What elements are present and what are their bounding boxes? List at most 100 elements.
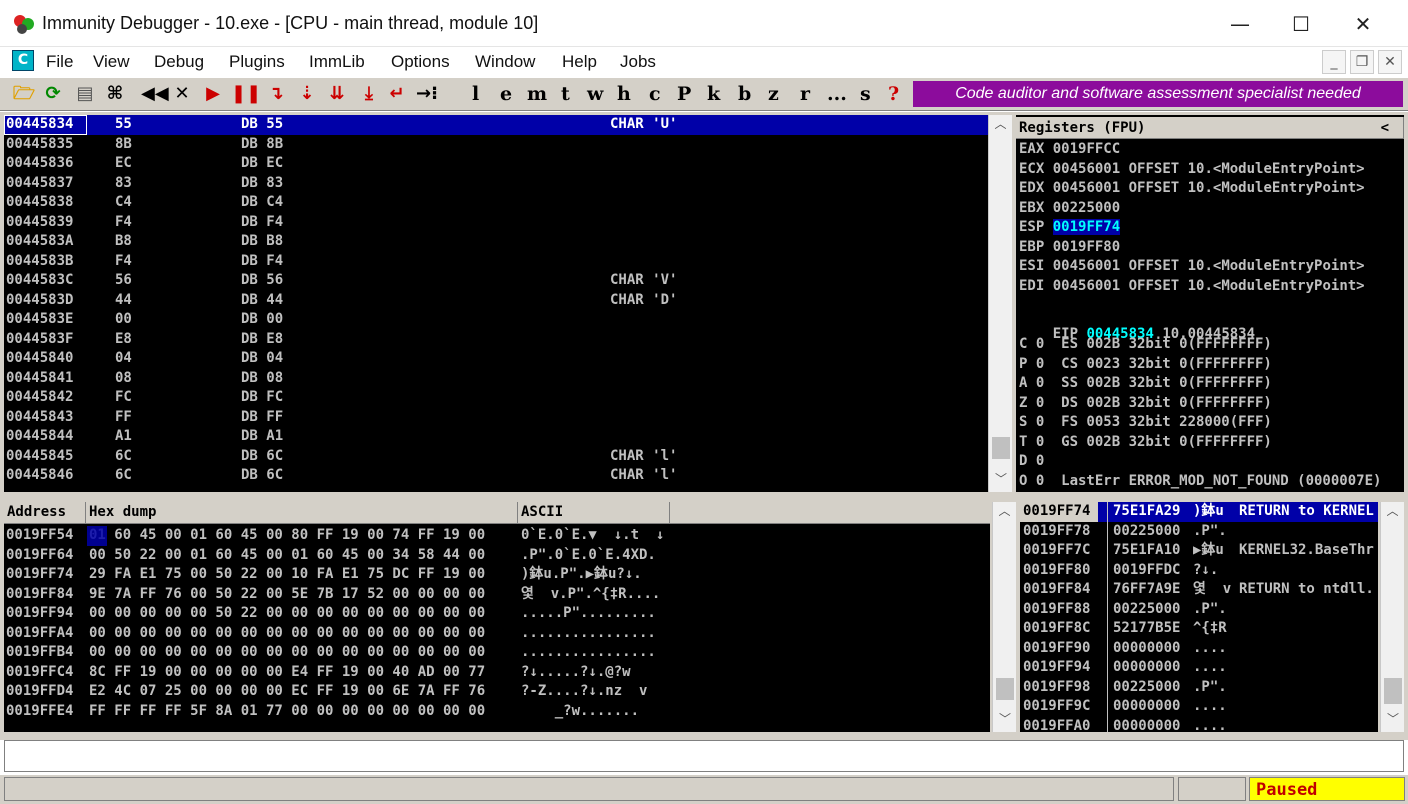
stack-row[interactable]: 0019FF90 00000000.... xyxy=(1020,639,1378,659)
scroll-down-icon[interactable]: ﹀ xyxy=(1381,710,1405,728)
collapse-icon[interactable]: < xyxy=(1381,117,1389,139)
toolbar-executable-modules-button[interactable]: e xyxy=(500,82,512,106)
register-row[interactable]: ESI 00456001 OFFSET 10.<ModuleEntryPoint… xyxy=(1019,257,1365,277)
stack-row[interactable]: 0019FF7C 75E1FA10 ▶鉢u KERNEL32.BaseThr xyxy=(1020,541,1378,561)
menu-debug[interactable]: Debug xyxy=(154,52,204,72)
dump-row[interactable]: 0019FFA4 00 00 00 00 00 00 00 00 00 00 00… xyxy=(4,624,990,644)
hex-dump-pane[interactable]: Address Hex dump ASCII 0019FF54 01 60 45 … xyxy=(4,502,990,732)
dump-row[interactable]: 0019FF54 01 60 45 00 01 60 45 00 80 FF 19… xyxy=(4,526,990,546)
minimize-button[interactable]: — xyxy=(1210,4,1270,44)
flag-row[interactable]: C 0 ES 002B 32bit 0(FFFFFFFF) xyxy=(1019,335,1381,355)
disasm-scroll-thumb[interactable] xyxy=(992,437,1010,459)
flag-row[interactable]: D 0 xyxy=(1019,452,1381,472)
disasm-row[interactable]: 0044583F E8 DB E8 xyxy=(4,330,988,350)
dump-scrollbar[interactable]: ︿ ﹀ xyxy=(992,502,1016,732)
toolbar-breakpoints-button[interactable]: b xyxy=(738,82,751,106)
menu-file[interactable]: File xyxy=(46,52,73,72)
menu-window[interactable]: Window xyxy=(475,52,535,72)
close-icon[interactable]: ✕ xyxy=(171,82,193,106)
dump-ascii-header[interactable]: ASCII xyxy=(518,502,670,524)
stack-row[interactable]: 0019FF78 00225000 .P". xyxy=(1020,522,1378,542)
disassembly-pane[interactable]: 00445834 55 DB 55 CHAR 'U' 00445835 8B DB … xyxy=(4,115,988,492)
register-row[interactable]: ESP 0019FF74 xyxy=(1019,218,1365,238)
stack-scrollbar[interactable]: ︿ ﹀ xyxy=(1380,502,1404,732)
register-row[interactable]: EBP 0019FF80 xyxy=(1019,238,1365,258)
trace-over-icon[interactable]: ⤓ xyxy=(358,82,380,106)
dump-row[interactable]: 0019FF94 00 00 00 00 00 50 22 00 00 00 00… xyxy=(4,604,990,624)
dump-row[interactable]: 0019FF64 00 50 22 00 01 60 45 00 01 60 45… xyxy=(4,546,990,566)
disasm-selected-row[interactable]: 00445834 55 DB 55 CHAR 'U' xyxy=(4,115,988,135)
stack-row[interactable]: 0019FF9C 00000000.... xyxy=(1020,697,1378,717)
disasm-row[interactable]: 00445840 04 DB 04 xyxy=(4,349,988,369)
flag-row[interactable]: O 0 LastErr ERROR_MOD_NOT_FOUND (0000007… xyxy=(1019,472,1381,492)
disasm-row[interactable]: 0044583D 44 DB 44 CHAR 'D' xyxy=(4,291,988,311)
child-minimize-button[interactable]: _ xyxy=(1322,50,1346,74)
disasm-scrollbar[interactable]: ︿ ﹀ xyxy=(988,115,1012,492)
flag-row[interactable]: A 0 SS 002B 32bit 0(FFFFFFFF) xyxy=(1019,374,1381,394)
promo-banner[interactable]: Code auditor and software assessment spe… xyxy=(913,81,1403,107)
stack-selected-row[interactable]: 0019FF74 75E1FA29 )鉢u RETURN to KERNEL xyxy=(1020,502,1378,522)
run-icon[interactable]: ▶ xyxy=(202,82,224,106)
disasm-row[interactable]: 00445844 A1 DB A1 xyxy=(4,427,988,447)
disasm-row[interactable]: 0044583A B8 DB B8 xyxy=(4,232,988,252)
toolbar-windows-button[interactable]: w xyxy=(587,82,603,106)
close-process-icon[interactable]: ▤ xyxy=(74,82,96,106)
cpu-window-icon[interactable]: C xyxy=(12,50,34,71)
register-row[interactable]: EDX 00456001 OFFSET 10.<ModuleEntryPoint… xyxy=(1019,179,1365,199)
dump-row[interactable]: 0019FFE4 FF FF FF FF 5F 8A 01 77 00 00 00… xyxy=(4,702,990,722)
menu-jobs[interactable]: Jobs xyxy=(620,52,656,72)
flag-row[interactable]: T 0 GS 002B 32bit 0(FFFFFFFF) xyxy=(1019,433,1381,453)
menu-plugins[interactable]: Plugins xyxy=(229,52,285,72)
menu-view[interactable]: View xyxy=(93,52,130,72)
maximize-button[interactable]: ☐ xyxy=(1271,4,1331,44)
dump-row[interactable]: 0019FFB4 00 00 00 00 00 00 00 00 00 00 00… xyxy=(4,643,990,663)
child-restore-button[interactable]: ❐ xyxy=(1350,50,1374,74)
scroll-down-icon[interactable]: ﹀ xyxy=(989,470,1013,488)
disasm-row[interactable]: 00445835 8B DB 8B xyxy=(4,135,988,155)
stack-pane[interactable]: 0019FF74 75E1FA29 )鉢u RETURN to KERNEL 0… xyxy=(1020,502,1378,732)
scroll-up-icon[interactable]: ︿ xyxy=(989,115,1012,133)
dump-address-header[interactable]: Address xyxy=(4,502,86,524)
toolbar-run-trace-button[interactable]: ... xyxy=(827,82,847,106)
dump-row[interactable]: 0019FF84 9E 7A FF 76 00 50 22 00 5E 7B 17… xyxy=(4,585,990,605)
disasm-row[interactable]: 00445841 08 DB 08 xyxy=(4,369,988,389)
registers-pane[interactable]: Registers (FPU) < EAX 0019FFCC ECX 00456… xyxy=(1016,115,1404,492)
toolbar-hardware-bp-button[interactable]: z xyxy=(768,82,779,106)
disasm-row[interactable]: 00445839 F4 DB F4 xyxy=(4,213,988,233)
go-to-address-icon[interactable]: →⁝ xyxy=(415,82,439,106)
stack-row[interactable]: 0019FF84 76FF7A9E 옃 v RETURN to ntdll. xyxy=(1020,580,1378,600)
stack-row[interactable]: 0019FF98 00225000 .P". xyxy=(1020,678,1378,698)
dump-scroll-thumb[interactable] xyxy=(996,678,1014,700)
trace-into-icon[interactable]: ⇊ xyxy=(326,82,348,106)
stack-scroll-thumb[interactable] xyxy=(1384,678,1402,704)
step-into-icon[interactable]: ↴ xyxy=(265,82,287,106)
close-button[interactable]: ✕ xyxy=(1333,4,1393,44)
rewind-icon[interactable]: ◀◀ xyxy=(141,82,169,106)
toolbar-log-button[interactable]: l xyxy=(472,82,479,106)
disasm-row[interactable]: 0044583B F4 DB F4 xyxy=(4,252,988,272)
scroll-up-icon[interactable]: ︿ xyxy=(1381,502,1404,520)
attach-icon[interactable]: ⌘ xyxy=(103,82,127,106)
child-close-button[interactable]: ✕ xyxy=(1378,50,1402,74)
stack-row[interactable]: 0019FFA0 00000000.... xyxy=(1020,717,1378,733)
execute-till-return-icon[interactable]: ↵ xyxy=(386,82,408,106)
stack-row[interactable]: 0019FF8C 52177B5E ^{‡R xyxy=(1020,619,1378,639)
disasm-row[interactable]: 0044583C 56 DB 56 CHAR 'V' xyxy=(4,271,988,291)
scroll-down-icon[interactable]: ﹀ xyxy=(993,710,1017,728)
disasm-row[interactable]: 00445845 6C DB 6C CHAR 'l' xyxy=(4,447,988,467)
register-row[interactable]: EBX 00225000 xyxy=(1019,199,1365,219)
dump-row[interactable]: 0019FF74 29 FA E1 75 00 50 22 00 10 FA E1… xyxy=(4,565,990,585)
toolbar-cpu-button[interactable]: c xyxy=(649,82,661,106)
stack-row[interactable]: 0019FF94 00000000.... xyxy=(1020,658,1378,678)
disasm-row[interactable]: 0044583E 00 DB 00 xyxy=(4,310,988,330)
toolbar-help-button[interactable]: ? xyxy=(888,82,899,106)
toolbar-patches-button[interactable]: P xyxy=(677,82,691,106)
toolbar-call-stack-button[interactable]: k xyxy=(707,82,720,106)
disasm-row[interactable]: 00445843 FF DB FF xyxy=(4,408,988,428)
disasm-row[interactable]: 00445846 6C DB 6C CHAR 'l' xyxy=(4,466,988,486)
toolbar-handles-button[interactable]: h xyxy=(617,82,631,106)
disasm-row[interactable]: 00445837 83 DB 83 xyxy=(4,174,988,194)
command-line-input[interactable] xyxy=(4,740,1404,772)
disasm-row[interactable]: 00445842 FC DB FC xyxy=(4,388,988,408)
register-row[interactable]: EAX 0019FFCC xyxy=(1019,140,1365,160)
